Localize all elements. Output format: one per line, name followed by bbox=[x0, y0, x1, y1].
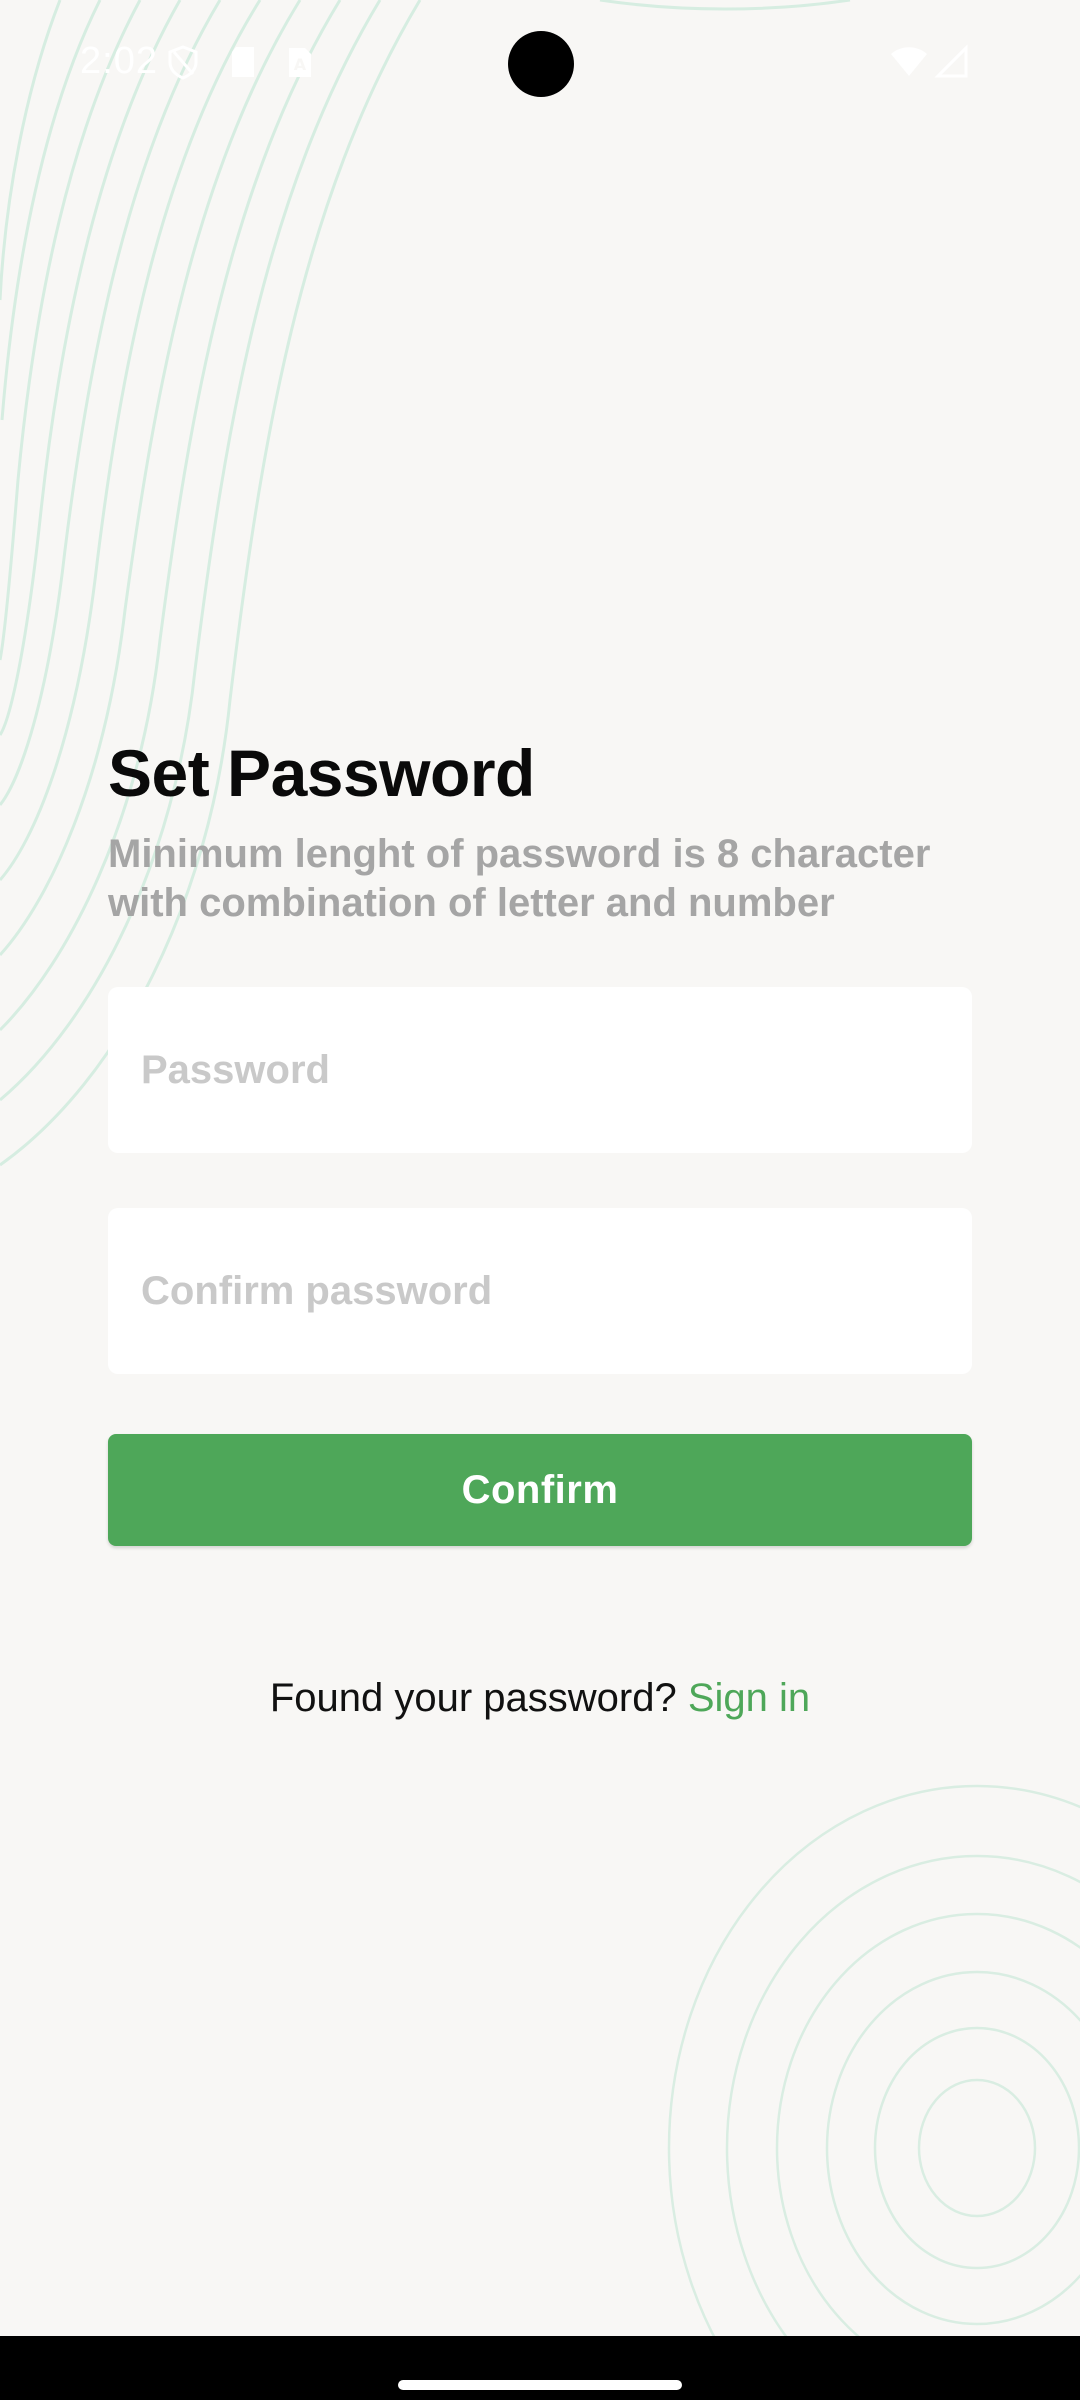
home-gesture-handle[interactable] bbox=[398, 2380, 682, 2390]
password-field-container bbox=[108, 987, 972, 1153]
front-camera-cutout bbox=[508, 31, 574, 97]
shield-icon bbox=[168, 45, 198, 80]
svg-text:A: A bbox=[294, 55, 307, 74]
sim-card-icon: A bbox=[289, 48, 311, 77]
sd-card-icon bbox=[232, 47, 254, 77]
sign-in-link[interactable]: Sign in bbox=[688, 1676, 810, 1720]
signal-icon bbox=[934, 44, 968, 78]
status-time: 2:02 bbox=[80, 40, 158, 82]
background-contour-decoration bbox=[0, 0, 1080, 2400]
sign-in-prompt: Found your password? Sign in bbox=[0, 1676, 1080, 1721]
system-navigation-bar bbox=[0, 2336, 1080, 2400]
page-title: Set Password bbox=[108, 736, 535, 810]
set-password-screen: 2:02 A Set Password Minimum lenght of pa… bbox=[0, 0, 1080, 2400]
password-requirements-text: Minimum lenght of password is 8 characte… bbox=[108, 832, 931, 925]
confirm-password-input[interactable] bbox=[108, 1208, 972, 1374]
confirm-password-field-container bbox=[108, 1208, 972, 1374]
confirm-button[interactable]: Confirm bbox=[108, 1434, 972, 1546]
sign-in-prompt-text: Found your password? bbox=[269, 1676, 677, 1720]
password-input[interactable] bbox=[108, 987, 972, 1153]
status-bar: 2:02 A bbox=[0, 0, 1080, 128]
wifi-icon bbox=[891, 47, 927, 76]
